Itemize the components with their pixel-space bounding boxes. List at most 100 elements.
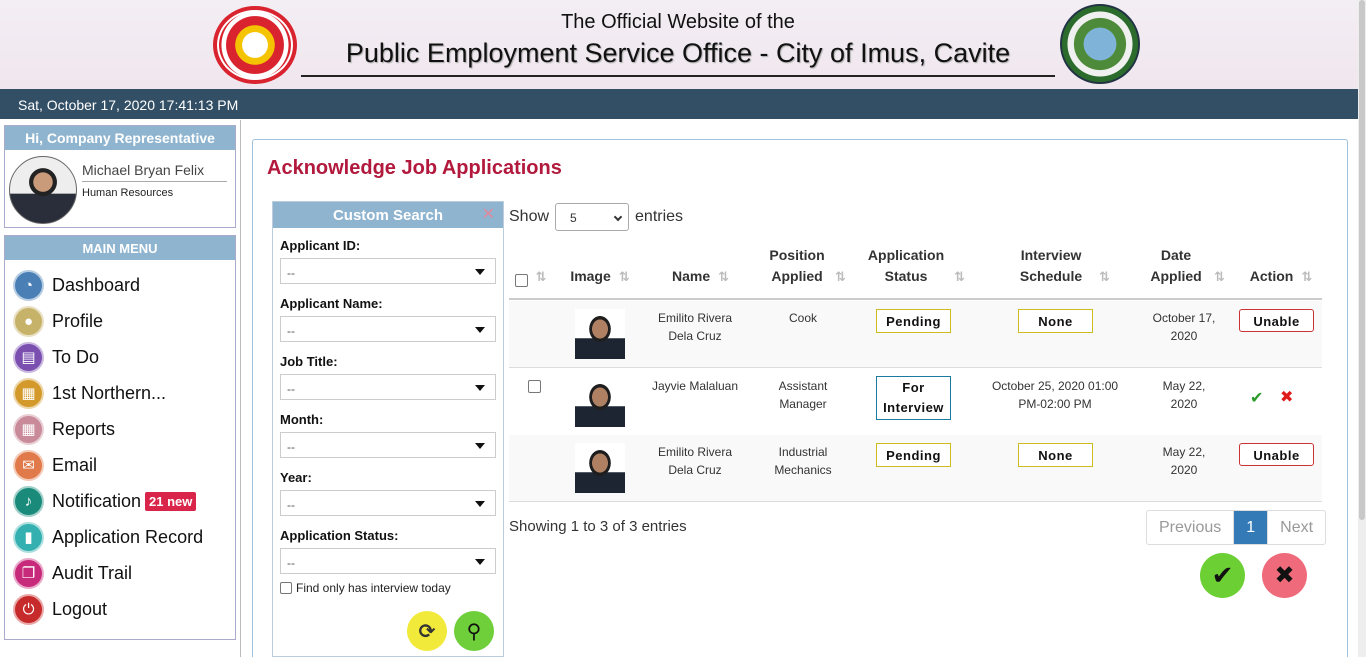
menu-item-dashboard[interactable]: ◔ Dashboard — [13, 269, 140, 301]
applicant-name: Emilito Rivera Dela Cruz — [657, 445, 732, 477]
column-header-image[interactable]: Image ⇅ — [561, 243, 636, 299]
menu-item-label: Reports — [52, 418, 116, 439]
checkbox[interactable] — [280, 582, 292, 594]
column-header-interview[interactable]: Interview Schedule ⇅ — [984, 243, 1134, 299]
page-scrollbar[interactable] — [1358, 0, 1366, 657]
menu-item-label: To Do — [52, 346, 100, 367]
envelope-icon: ✉ — [13, 449, 44, 481]
previous-page-button[interactable]: Previous — [1147, 511, 1233, 544]
bell-icon: ♪ — [13, 485, 44, 517]
avatar — [9, 156, 77, 224]
search-button[interactable]: ⚲ — [454, 611, 494, 651]
column-header-action[interactable]: Action ⇅ — [1237, 243, 1322, 299]
job-title-select[interactable]: -- — [280, 374, 496, 400]
sort-icon: ⇅ — [718, 269, 729, 284]
applicant-photo — [575, 377, 625, 427]
column-header-status[interactable]: Application Status ⇅ — [859, 243, 969, 299]
menu-item-application-record[interactable]: ▮ Application Record — [13, 521, 203, 553]
position-applied: Cook — [788, 311, 817, 325]
sort-icon: ⇅ — [1214, 269, 1225, 284]
chevron-down-icon — [475, 269, 485, 275]
menu-item-to-do[interactable]: ▤ To Do — [13, 341, 99, 373]
applicant-id-value: -- — [287, 266, 295, 280]
menu-item-notification[interactable]: ♪ Notification 21 new — [13, 485, 197, 517]
year-label: Year: — [280, 470, 312, 485]
menu-item-label: Profile — [52, 310, 104, 331]
applicant-name-select[interactable]: -- — [280, 316, 496, 342]
bookmark-icon: ▮ — [13, 521, 44, 553]
column-header-date[interactable]: Date Applied ⇅ — [1139, 243, 1229, 299]
applicant-name-value: -- — [287, 324, 295, 338]
unable-button[interactable]: Unable — [1239, 309, 1314, 332]
column-header-position[interactable]: Position Applied ⇅ — [755, 243, 855, 299]
month-value: -- — [287, 440, 295, 454]
main-menu-title: MAIN MENU — [5, 236, 235, 260]
reject-icon[interactable]: ✖ — [1280, 387, 1293, 407]
chevron-down-icon — [475, 501, 485, 507]
unable-button[interactable]: Unable — [1239, 443, 1314, 466]
date-applied: October 17, 2020 — [1152, 311, 1216, 343]
dashboard-icon: ◔ — [13, 269, 44, 301]
chevron-down-icon — [613, 212, 623, 222]
reset-button[interactable]: ⟳ — [407, 611, 447, 651]
page-title: Acknowledge Job Applications — [267, 157, 562, 179]
main-menu: MAIN MENU ◔ Dashboard ● Profile ▤ To Do … — [4, 235, 236, 640]
approve-icon[interactable]: ✔ — [1250, 388, 1263, 408]
status-badge: Pending — [876, 443, 951, 467]
position-applied: Industrial Mechanics — [774, 445, 832, 477]
chevron-down-icon — [475, 443, 485, 449]
show-label: Show — [509, 208, 550, 225]
column-header-name[interactable]: Name ⇅ — [649, 243, 749, 299]
reject-all-button[interactable]: ✖ — [1262, 553, 1307, 598]
sort-icon: ⇅ — [1301, 269, 1312, 284]
applicant-name-label: Applicant Name: — [280, 296, 383, 311]
month-select[interactable]: -- — [280, 432, 496, 458]
profile-card: Hi, Company Representative Michael Bryan… — [4, 125, 236, 228]
date-time-bar: Sat, October 17, 2020 17:41:13 PM — [0, 89, 1358, 119]
status-badge: Pending — [876, 309, 951, 333]
approve-all-button[interactable]: ✔ — [1200, 553, 1245, 598]
column-label: Name — [671, 268, 711, 284]
next-page-button[interactable]: Next — [1268, 511, 1325, 544]
menu-item-logout[interactable]: ⏻ Logout — [13, 593, 107, 625]
imus-seal-logo — [1060, 4, 1140, 84]
building-icon: ▦ — [13, 377, 44, 409]
sort-icon[interactable]: ⇅ — [536, 266, 547, 287]
select-all-checkbox[interactable] — [514, 274, 528, 287]
menu-item-label: Application Record — [52, 526, 204, 547]
menu-item-email[interactable]: ✉ Email — [13, 449, 97, 481]
scrollbar-thumb[interactable] — [1359, 0, 1365, 520]
column-label: Image — [570, 268, 611, 284]
year-value: -- — [287, 498, 295, 512]
search-icon: ⚲ — [466, 620, 482, 643]
menu-item-label: Email — [52, 454, 98, 475]
menu-item-profile[interactable]: ● Profile — [13, 305, 103, 337]
table-row[interactable]: Jayvie Malaluan Assistant Manager For In… — [509, 369, 1322, 436]
menu-item-reports[interactable]: ▦ Reports — [13, 413, 115, 445]
current-datetime: Sat, October 17, 2020 17:41:13 PM — [18, 97, 239, 113]
table-row[interactable]: Emilito Rivera Dela Cruz Cook Pending No… — [509, 301, 1322, 368]
applicant-id-select[interactable]: -- — [280, 258, 496, 284]
row-checkbox[interactable] — [528, 380, 541, 393]
table-row[interactable]: Emilito Rivera Dela Cruz Industrial Mech… — [509, 435, 1322, 502]
month-label: Month: — [280, 412, 324, 427]
document-icon: ▤ — [13, 341, 44, 373]
menu-item-audit-trail[interactable]: ❐ Audit Trail — [13, 557, 132, 589]
menu-item-company[interactable]: ▦ 1st Northern... — [13, 377, 166, 409]
chevron-down-icon — [475, 559, 485, 565]
interview-today-checkbox[interactable]: Find only has interview today — [280, 581, 451, 595]
job-title-label: Job Title: — [280, 354, 338, 369]
custom-search-panel: Custom Search ✕ Applicant ID: -- Applica… — [272, 201, 504, 657]
application-status-select[interactable]: -- — [280, 548, 496, 574]
user-divider — [82, 181, 227, 182]
check-icon: ✔ — [1211, 560, 1234, 590]
entries-select[interactable]: 5 — [555, 203, 630, 231]
entries-label: entries — [635, 208, 684, 225]
close-icon[interactable]: ✕ — [482, 204, 495, 224]
header-rule — [509, 298, 1322, 300]
sidebar-divider — [240, 120, 241, 657]
close-icon: ✖ — [1274, 562, 1295, 589]
year-select[interactable]: -- — [280, 490, 496, 516]
page-1-button[interactable]: 1 — [1233, 511, 1269, 544]
menu-item-label: Dashboard — [52, 274, 141, 295]
